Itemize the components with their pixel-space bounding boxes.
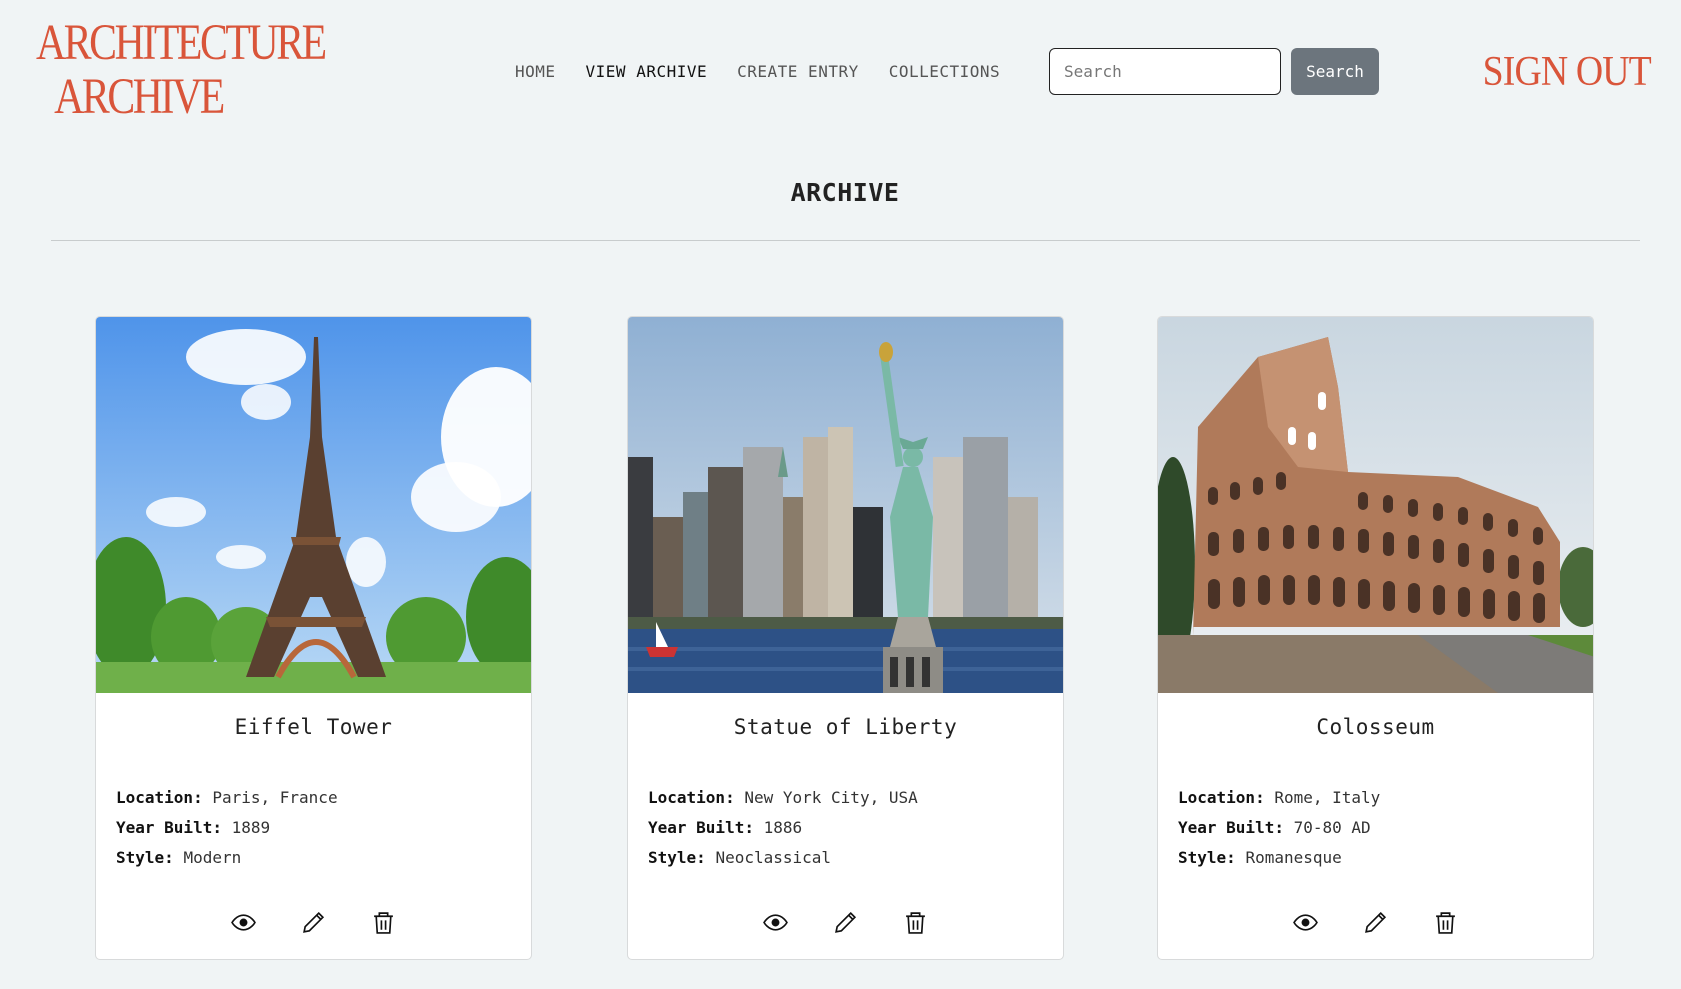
pencil-icon[interactable] [1363,910,1388,935]
trash-icon[interactable] [903,910,928,935]
year-built-label: Year Built: [116,818,222,837]
location-row: Location: Rome, Italy [1178,783,1593,813]
search-input[interactable] [1049,48,1281,95]
card-details: Location: Rome, Italy Year Built: 70-80 … [1158,783,1593,873]
location-value: Paris, France [212,788,338,807]
eiffel-tower-image[interactable] [96,317,531,693]
colosseum-illustration [1158,317,1593,693]
location-label: Location: [648,788,735,807]
location-row: Location: Paris, France [116,783,531,813]
title-divider [51,240,1640,241]
eye-icon[interactable] [763,910,788,935]
card-title: Statue of Liberty [733,715,958,739]
card-details: Location: New York City, USA Year Built:… [628,783,1063,873]
card-actions [628,910,1063,935]
eye-icon[interactable] [231,910,256,935]
location-value: Rome, Italy [1274,788,1381,807]
location-value: New York City, USA [744,788,918,807]
card-title: Colosseum [1316,715,1435,739]
page-title: ARCHIVE [790,178,900,207]
card-details: Location: Paris, France Year Built: 1889… [96,783,531,873]
archive-card: Colosseum Location: Rome, Italy Year Bui… [1157,316,1594,960]
colosseum-image[interactable] [1158,317,1593,693]
style-value: Modern [183,848,242,867]
nav-collections[interactable]: COLLECTIONS [889,62,1000,81]
location-row: Location: New York City, USA [648,783,1063,813]
nav-view-archive[interactable]: VIEW ARCHIVE [586,62,708,81]
style-value: Neoclassical [715,848,832,867]
year-built-row: Year Built: 1886 [648,813,1063,843]
style-row: Style: Romanesque [1178,843,1593,873]
card-actions [1158,910,1593,935]
trash-icon[interactable] [1433,910,1458,935]
style-row: Style: Neoclassical [648,843,1063,873]
year-built-value: 70-80 AD [1293,818,1371,837]
eiffel-tower-illustration [96,317,531,693]
eye-icon[interactable] [1293,910,1318,935]
style-label: Style: [116,848,174,867]
year-built-value: 1889 [231,818,271,837]
year-built-label: Year Built: [648,818,754,837]
pencil-icon[interactable] [301,910,326,935]
location-label: Location: [1178,788,1265,807]
style-row: Style: Modern [116,843,531,873]
trash-icon[interactable] [371,910,396,935]
style-value: Romanesque [1245,848,1342,867]
header: ARCHITECTURE ARCHIVE HOME VIEW ARCHIVE C… [0,0,1681,140]
archive-card: Statue of Liberty Location: New York Cit… [627,316,1064,960]
brand-logo[interactable]: ARCHITECTURE ARCHIVE [36,15,327,125]
year-built-value: 1886 [763,818,803,837]
brand-line-2: ARCHIVE [54,69,225,125]
card-title: Eiffel Tower [234,715,393,739]
year-built-label: Year Built: [1178,818,1284,837]
statue-of-liberty-image[interactable] [628,317,1063,693]
search-button[interactable]: Search [1291,48,1379,95]
style-label: Style: [1178,848,1236,867]
nav-home[interactable]: HOME [515,62,556,81]
style-label: Style: [648,848,706,867]
card-actions [96,910,531,935]
nav-create-entry[interactable]: CREATE ENTRY [737,62,859,81]
archive-card: Eiffel Tower Location: Paris, France Yea… [95,316,532,960]
statue-of-liberty-illustration [628,317,1063,693]
pencil-icon[interactable] [833,910,858,935]
year-built-row: Year Built: 70-80 AD [1178,813,1593,843]
sign-out-link[interactable]: SIGN OUT [1483,48,1652,96]
main-nav: HOME VIEW ARCHIVE CREATE ENTRY COLLECTIO… [515,62,1000,81]
location-label: Location: [116,788,203,807]
year-built-row: Year Built: 1889 [116,813,531,843]
brand-line-1: ARCHITECTURE [36,15,327,71]
